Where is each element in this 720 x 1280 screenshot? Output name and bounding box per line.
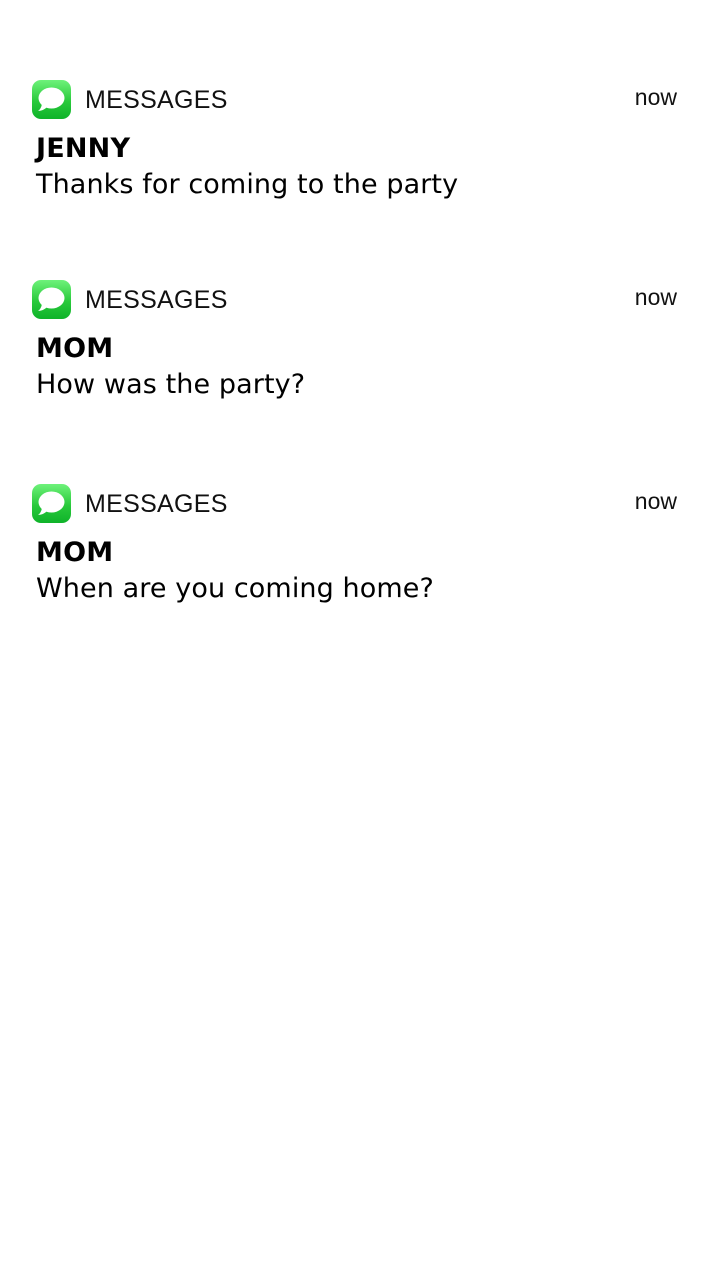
messages-icon (32, 484, 71, 523)
notification-card[interactable]: MESSAGES now MOM When are you coming hom… (0, 482, 720, 632)
notification-time: now (634, 284, 677, 310)
notification-time: now (634, 84, 677, 110)
sender-name: MOM (36, 333, 114, 364)
message-text: Thanks for coming to the party (36, 169, 459, 200)
notification-time: now (634, 488, 677, 514)
app-name: MESSAGES (85, 86, 228, 114)
app-name: MESSAGES (85, 286, 228, 314)
messages-icon (32, 80, 71, 119)
message-text: How was the party? (36, 369, 306, 400)
messages-icon (32, 280, 71, 319)
notification-card[interactable]: MESSAGES now JENNY Thanks for coming to … (0, 78, 720, 228)
message-text: When are you coming home? (36, 573, 434, 604)
sender-name: JENNY (36, 133, 131, 164)
sender-name: MOM (36, 537, 114, 568)
app-name: MESSAGES (85, 490, 228, 518)
notification-card[interactable]: MESSAGES now MOM How was the party? (0, 278, 720, 428)
